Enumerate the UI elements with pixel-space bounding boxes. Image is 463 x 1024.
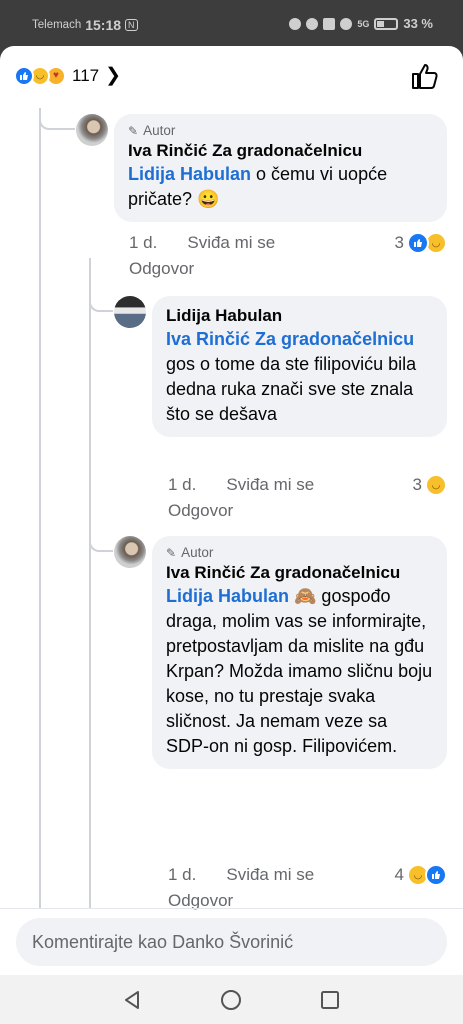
nfc-icon: N xyxy=(125,19,138,31)
recents-button[interactable] xyxy=(319,989,341,1016)
battery-icon xyxy=(374,17,399,30)
author-badge-label: Autor xyxy=(181,545,214,560)
thread-connector xyxy=(89,534,113,552)
comment-bubble[interactable]: ✎ Autor Iva Rinčić Za gradonačelnicu Lid… xyxy=(114,114,447,222)
comment-reaction-count[interactable]: 4 ◡ xyxy=(395,864,447,886)
comment-text: Lidija Habulan 🙈 gospođo draga, molim va… xyxy=(166,584,435,759)
author-badge: ✎ Autor xyxy=(128,123,435,138)
chevron-right-icon: ❯ xyxy=(105,65,122,86)
clock: 15:18 xyxy=(85,17,122,33)
avatar[interactable] xyxy=(76,114,108,146)
haha-icon: ◡ xyxy=(425,474,447,496)
avatar[interactable] xyxy=(114,296,146,328)
system-nav-bar xyxy=(0,975,463,1024)
comments-sheet: ◡ ♥ 117 ❯ ✎ Autor Iva Rinčić Za gradonač… xyxy=(0,46,463,975)
comment-text: Lidija Habulan o čemu vi uopće pričate? … xyxy=(128,162,435,212)
comment-author[interactable]: Iva Rinčić Za gradonačelnicu xyxy=(128,140,435,162)
like-post-button[interactable] xyxy=(409,60,441,92)
home-button[interactable] xyxy=(220,989,242,1016)
comment-author[interactable]: Lidija Habulan xyxy=(166,305,435,327)
comment-bubble[interactable]: ✎ Autor Iva Rinčić Za gradonačelnicu Lid… xyxy=(152,536,447,769)
comment-reaction-number: 3 xyxy=(412,475,422,494)
thread-connector xyxy=(89,294,113,312)
author-badge: ✎ Autor xyxy=(166,545,435,560)
comment-text: Iva Rinčić Za gradonačelnicu gos o tome … xyxy=(166,327,435,427)
signal-icon: 5G xyxy=(357,18,370,29)
comment-age: 1 d. xyxy=(129,233,158,252)
status-left: Telemach 15:18 N xyxy=(32,17,138,33)
mention-link[interactable]: Lidija Habulan xyxy=(166,586,289,606)
back-button[interactable] xyxy=(121,989,143,1016)
home-circle-icon xyxy=(221,990,241,1010)
composer-divider xyxy=(0,908,463,909)
like-icon xyxy=(425,864,447,886)
comment-input-placeholder: Komentirajte kao Danko Švorinić xyxy=(32,931,294,952)
comment-age: 1 d. xyxy=(168,475,197,494)
reply-button[interactable]: Odgovor xyxy=(129,259,194,278)
thread-line xyxy=(39,108,41,908)
battery-level: 33 % xyxy=(403,16,433,31)
reply-button[interactable]: Odgovor xyxy=(168,501,233,520)
comment-reaction-number: 4 xyxy=(394,865,404,884)
like-icon xyxy=(407,232,429,254)
comment-age: 1 d. xyxy=(168,865,197,884)
thread-connector xyxy=(39,112,75,130)
comment-reaction-number: 3 xyxy=(394,233,404,252)
comment-actions: 1 d. Sviđa mi se Odgovor xyxy=(129,230,349,282)
mention-link[interactable]: Iva Rinčić Za gradonačelnicu xyxy=(166,329,414,349)
reaction-count: 117 xyxy=(72,65,100,85)
author-badge-label: Autor xyxy=(143,123,176,138)
sheet-header: ◡ ♥ 117 ❯ xyxy=(0,46,463,108)
thumbs-up-icon xyxy=(412,64,438,89)
like-comment-button[interactable]: Sviđa mi se xyxy=(226,475,314,494)
carrier-label: Telemach xyxy=(32,19,82,31)
avatar[interactable] xyxy=(114,536,146,568)
pen-icon: ✎ xyxy=(166,545,177,560)
comment-input[interactable]: Komentirajte kao Danko Švorinić xyxy=(16,918,447,966)
back-triangle-icon xyxy=(125,991,139,1009)
comment-body: gos o tome da ste filipoviću bila dedna … xyxy=(166,354,417,424)
recents-square-icon xyxy=(321,991,339,1009)
comment-actions: 1 d. Sviđa mi se Odgovor xyxy=(168,862,388,914)
location-icon xyxy=(306,17,319,30)
status-bar: Telemach 15:18 N 5G 33 % xyxy=(0,0,463,46)
comment-reaction-count[interactable]: 3 ◡ xyxy=(395,232,447,254)
mention-link[interactable]: Lidija Habulan xyxy=(128,164,251,184)
reactions-summary[interactable]: ◡ ♥ 117 ❯ xyxy=(14,64,121,87)
like-comment-button[interactable]: Sviđa mi se xyxy=(226,865,314,884)
status-right: 5G 33 % xyxy=(289,16,433,31)
like-comment-button[interactable]: Sviđa mi se xyxy=(187,233,275,252)
alarm-icon xyxy=(289,17,302,30)
pen-icon: ✎ xyxy=(128,123,139,138)
comment-author[interactable]: Iva Rinčić Za gradonačelnicu xyxy=(166,562,435,584)
comment-reaction-count[interactable]: 3 ◡ xyxy=(413,474,447,496)
hotspot-icon xyxy=(340,17,353,30)
vibrate-icon xyxy=(323,17,336,30)
comment-body: 🙈 gospođo draga, molim vas se informiraj… xyxy=(166,586,433,756)
comment-bubble[interactable]: Lidija Habulan Iva Rinčić Za gradonačeln… xyxy=(152,296,447,437)
comment-actions: 1 d. Sviđa mi se Odgovor xyxy=(168,472,388,524)
like-icon xyxy=(14,65,34,86)
thread-line xyxy=(89,258,91,908)
